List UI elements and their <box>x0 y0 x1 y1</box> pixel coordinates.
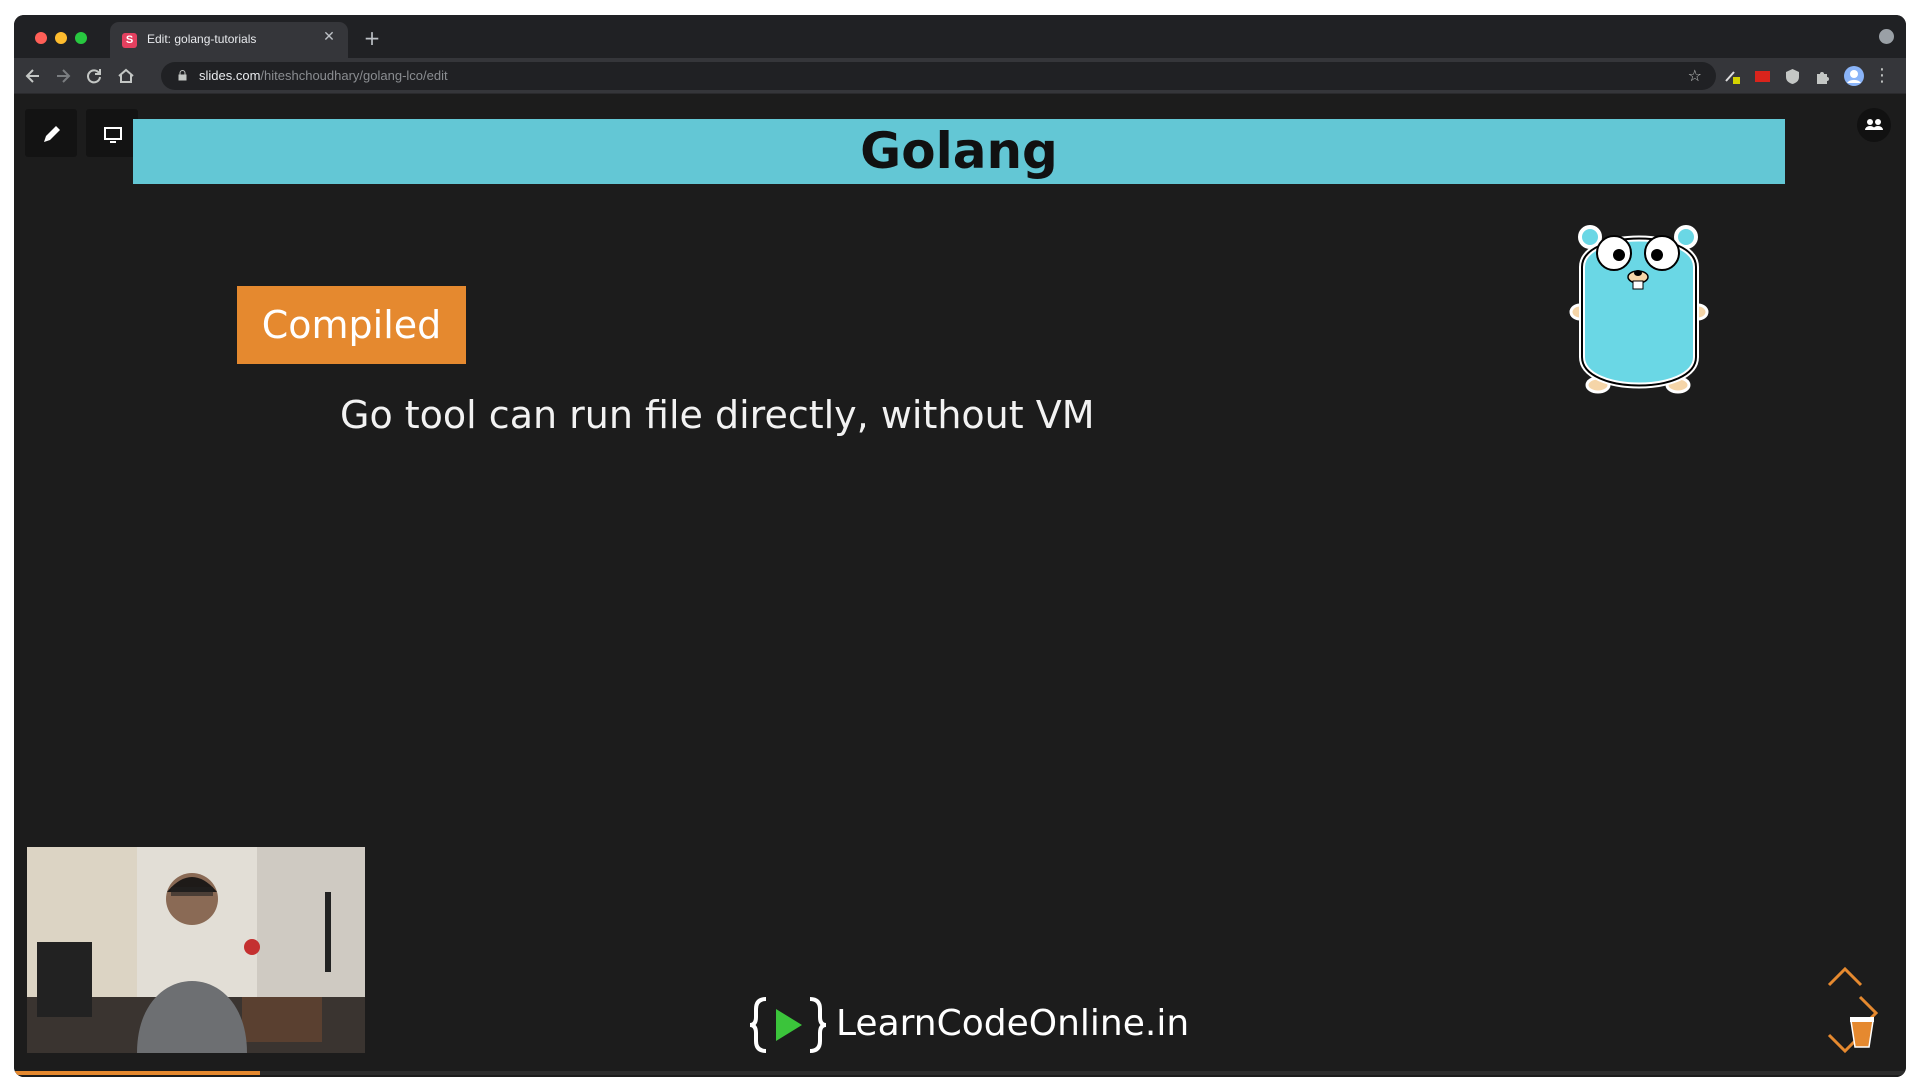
progress-fill <box>14 1071 260 1075</box>
url-host: slides.com <box>199 68 261 83</box>
shield-icon[interactable] <box>1784 68 1801 85</box>
present-icon <box>104 127 122 143</box>
compiled-badge-label: Compiled <box>261 303 442 347</box>
browser-window: S Edit: golang-tutorials ✕ + slides.com/… <box>14 15 1906 1077</box>
forward-icon[interactable] <box>50 63 76 89</box>
back-icon[interactable] <box>20 63 46 89</box>
slide-title-bar: Golang <box>133 119 1785 184</box>
profile-avatar-icon[interactable] <box>1844 66 1864 86</box>
address-bar[interactable]: slides.com/hiteshchoudhary/golang-lco/ed… <box>161 62 1716 90</box>
url-text: slides.com/hiteshchoudhary/golang-lco/ed… <box>199 68 448 83</box>
tab-title: Edit: golang-tutorials <box>147 32 257 46</box>
tab-bar: S Edit: golang-tutorials ✕ + <box>14 15 1906 58</box>
home-icon[interactable] <box>113 63 139 89</box>
lock-icon <box>178 70 187 81</box>
collaborators-icon <box>1865 119 1883 130</box>
new-tab-button[interactable]: + <box>361 27 383 49</box>
present-button[interactable] <box>86 109 138 157</box>
maximize-window-button[interactable] <box>75 32 87 44</box>
pencil-icon <box>44 126 60 142</box>
puzzle-icon[interactable] <box>1814 68 1831 85</box>
learncodeonline-logo: LearnCodeOnline.in <box>748 993 1189 1057</box>
collaborators-button[interactable] <box>1857 108 1891 142</box>
browser-kebab-menu-icon[interactable]: ⋮ <box>1869 63 1895 89</box>
extension-pen-icon[interactable] <box>1724 68 1741 85</box>
minimize-window-button[interactable] <box>55 32 67 44</box>
slides-favicon-icon: S <box>122 33 137 48</box>
presentation-progress-bar <box>14 1071 1906 1075</box>
gopher-mascot-image <box>1569 225 1709 394</box>
play-brackets-logo-icon <box>749 997 827 1053</box>
browser-toolbar: slides.com/hiteshchoudhary/golang-lco/ed… <box>14 58 1906 94</box>
logo-text: LearnCodeOnline.in <box>836 1003 1190 1044</box>
webcam-video-feed <box>27 847 365 1053</box>
edit-button[interactable] <box>25 109 77 157</box>
reload-icon[interactable] <box>81 63 107 89</box>
coffee-cup-icon <box>1850 1017 1874 1048</box>
slide-title: Golang <box>860 122 1058 180</box>
extension-red-icon[interactable] <box>1754 68 1771 85</box>
compiled-badge: Compiled <box>237 286 466 364</box>
slide-body-text: Go tool can run file directly, without V… <box>340 393 1095 437</box>
browser-menu-circle-icon[interactable] <box>1879 29 1894 44</box>
browser-tab[interactable]: S Edit: golang-tutorials ✕ <box>110 22 348 58</box>
arrow-up-icon[interactable] <box>1825 965 1865 989</box>
close-window-button[interactable] <box>35 32 47 44</box>
slide-stage: Golang Compiled Go tool can run file dir… <box>14 95 1906 1077</box>
url-path: /hiteshchoudhary/golang-lco/edit <box>260 68 448 83</box>
star-icon[interactable]: ☆ <box>1688 66 1702 85</box>
close-tab-icon[interactable]: ✕ <box>321 29 337 45</box>
